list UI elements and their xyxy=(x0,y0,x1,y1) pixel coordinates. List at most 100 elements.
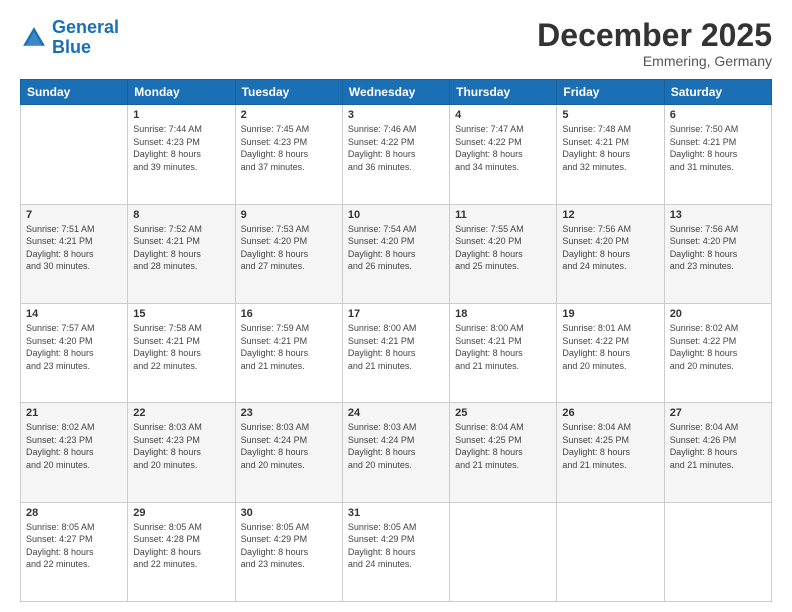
day-number: 24 xyxy=(348,407,444,419)
title-area: December 2025 Emmering, Germany xyxy=(537,18,772,69)
cell-line: Sunrise: 8:04 AM xyxy=(562,422,631,432)
cell-info: Sunrise: 8:00 AMSunset: 4:21 PMDaylight:… xyxy=(455,322,551,372)
calendar-cell xyxy=(21,105,128,204)
logo-text: General Blue xyxy=(52,18,119,58)
weekday-thursday: Thursday xyxy=(450,80,557,105)
cell-line: Sunrise: 8:00 AM xyxy=(348,323,417,333)
cell-line: and 30 minutes. xyxy=(26,261,90,271)
calendar-cell: 26Sunrise: 8:04 AMSunset: 4:25 PMDayligh… xyxy=(557,403,664,502)
cell-info: Sunrise: 7:45 AMSunset: 4:23 PMDaylight:… xyxy=(241,123,337,173)
day-number: 27 xyxy=(670,407,766,419)
month-title: December 2025 xyxy=(537,18,772,53)
cell-line: and 22 minutes. xyxy=(133,361,197,371)
day-number: 31 xyxy=(348,507,444,519)
calendar-cell: 29Sunrise: 8:05 AMSunset: 4:28 PMDayligh… xyxy=(128,502,235,601)
cell-info: Sunrise: 8:05 AMSunset: 4:27 PMDaylight:… xyxy=(26,521,122,571)
cell-line: Sunrise: 7:55 AM xyxy=(455,224,524,234)
day-number: 20 xyxy=(670,308,766,320)
cell-line: and 21 minutes. xyxy=(455,361,519,371)
cell-line: Sunset: 4:20 PM xyxy=(26,336,93,346)
day-number: 10 xyxy=(348,209,444,221)
cell-line: Daylight: 8 hours xyxy=(241,348,309,358)
day-number: 17 xyxy=(348,308,444,320)
cell-line: Daylight: 8 hours xyxy=(26,249,94,259)
cell-info: Sunrise: 7:56 AMSunset: 4:20 PMDaylight:… xyxy=(562,223,658,273)
cell-info: Sunrise: 7:50 AMSunset: 4:21 PMDaylight:… xyxy=(670,123,766,173)
weekday-sunday: Sunday xyxy=(21,80,128,105)
cell-line: and 32 minutes. xyxy=(562,162,626,172)
cell-line: Daylight: 8 hours xyxy=(26,547,94,557)
calendar-cell: 5Sunrise: 7:48 AMSunset: 4:21 PMDaylight… xyxy=(557,105,664,204)
calendar-cell: 21Sunrise: 8:02 AMSunset: 4:23 PMDayligh… xyxy=(21,403,128,502)
cell-line: Sunset: 4:22 PM xyxy=(455,137,522,147)
cell-line: and 20 minutes. xyxy=(241,460,305,470)
cell-line: and 22 minutes. xyxy=(26,559,90,569)
cell-line: Daylight: 8 hours xyxy=(670,348,738,358)
cell-line: Sunrise: 7:52 AM xyxy=(133,224,202,234)
cell-line: Daylight: 8 hours xyxy=(562,447,630,457)
cell-info: Sunrise: 8:02 AMSunset: 4:23 PMDaylight:… xyxy=(26,421,122,471)
cell-line: Sunset: 4:28 PM xyxy=(133,534,200,544)
cell-info: Sunrise: 8:03 AMSunset: 4:23 PMDaylight:… xyxy=(133,421,229,471)
day-number: 14 xyxy=(26,308,122,320)
cell-line: Sunset: 4:20 PM xyxy=(348,236,415,246)
cell-line: Sunrise: 7:56 AM xyxy=(562,224,631,234)
day-number: 5 xyxy=(562,109,658,121)
cell-line: Sunset: 4:20 PM xyxy=(562,236,629,246)
calendar-cell: 18Sunrise: 8:00 AMSunset: 4:21 PMDayligh… xyxy=(450,303,557,402)
cell-line: and 22 minutes. xyxy=(133,559,197,569)
location: Emmering, Germany xyxy=(537,53,772,69)
cell-line: Sunset: 4:21 PM xyxy=(562,137,629,147)
cell-line: and 21 minutes. xyxy=(241,361,305,371)
cell-line: and 28 minutes. xyxy=(133,261,197,271)
cell-info: Sunrise: 8:05 AMSunset: 4:29 PMDaylight:… xyxy=(241,521,337,571)
calendar-cell: 20Sunrise: 8:02 AMSunset: 4:22 PMDayligh… xyxy=(664,303,771,402)
cell-line: Daylight: 8 hours xyxy=(670,447,738,457)
calendar-week-4: 21Sunrise: 8:02 AMSunset: 4:23 PMDayligh… xyxy=(21,403,772,502)
cell-line: Daylight: 8 hours xyxy=(133,447,201,457)
cell-line: Daylight: 8 hours xyxy=(455,149,523,159)
cell-line: and 20 minutes. xyxy=(562,361,626,371)
cell-line: Sunset: 4:29 PM xyxy=(348,534,415,544)
cell-line: and 21 minutes. xyxy=(670,460,734,470)
cell-line: and 21 minutes. xyxy=(562,460,626,470)
cell-line: and 21 minutes. xyxy=(348,361,412,371)
cell-line: Sunrise: 8:04 AM xyxy=(670,422,739,432)
cell-line: Sunrise: 7:47 AM xyxy=(455,124,524,134)
cell-line: Daylight: 8 hours xyxy=(455,249,523,259)
calendar-cell: 22 Sunrise: 8:03 AMSunset: 4:23 PMDayligh… xyxy=(128,403,235,502)
cell-line: Sunrise: 8:02 AM xyxy=(26,422,95,432)
cell-line: and 27 minutes. xyxy=(241,261,305,271)
day-number: 4 xyxy=(455,109,551,121)
calendar-cell: 25Sunrise: 8:04 AMSunset: 4:25 PMDayligh… xyxy=(450,403,557,502)
calendar-cell: 15 Sunrise: 7:58 AMSunset: 4:21 PMDayligh… xyxy=(128,303,235,402)
cell-line: and 31 minutes. xyxy=(670,162,734,172)
calendar-week-5: 28Sunrise: 8:05 AMSunset: 4:27 PMDayligh… xyxy=(21,502,772,601)
day-number: 2 xyxy=(241,109,337,121)
day-number: 15 xyxy=(133,308,229,320)
calendar-cell: 17Sunrise: 8:00 AMSunset: 4:21 PMDayligh… xyxy=(342,303,449,402)
cell-line: Daylight: 8 hours xyxy=(455,447,523,457)
calendar-cell: 1Sunrise: 7:44 AMSunset: 4:23 PMDaylight… xyxy=(128,105,235,204)
calendar-cell: 3Sunrise: 7:46 AMSunset: 4:22 PMDaylight… xyxy=(342,105,449,204)
cell-line: Sunset: 4:29 PM xyxy=(241,534,308,544)
day-number: 22 xyxy=(133,407,229,419)
cell-line: Sunset: 4:22 PM xyxy=(670,336,737,346)
cell-line: Daylight: 8 hours xyxy=(348,149,416,159)
cell-line: Daylight: 8 hours xyxy=(670,149,738,159)
cell-line: Daylight: 8 hours xyxy=(348,249,416,259)
cell-line: Sunset: 4:21 PM xyxy=(26,236,93,246)
cell-line: and 23 minutes. xyxy=(241,559,305,569)
cell-line: Sunset: 4:25 PM xyxy=(562,435,629,445)
day-number: 9 xyxy=(241,209,337,221)
cell-line: Daylight: 8 hours xyxy=(348,547,416,557)
calendar-cell: 7Sunrise: 7:51 AMSunset: 4:21 PMDaylight… xyxy=(21,204,128,303)
calendar-week-3: 14Sunrise: 7:57 AMSunset: 4:20 PMDayligh… xyxy=(21,303,772,402)
day-number: 8 xyxy=(133,209,229,221)
cell-info: Sunrise: 7:58 AMSunset: 4:21 PMDaylight:… xyxy=(133,322,229,372)
day-number: 12 xyxy=(562,209,658,221)
cell-line: Daylight: 8 hours xyxy=(348,348,416,358)
cell-line: Daylight: 8 hours xyxy=(348,447,416,457)
weekday-friday: Friday xyxy=(557,80,664,105)
calendar-cell xyxy=(664,502,771,601)
